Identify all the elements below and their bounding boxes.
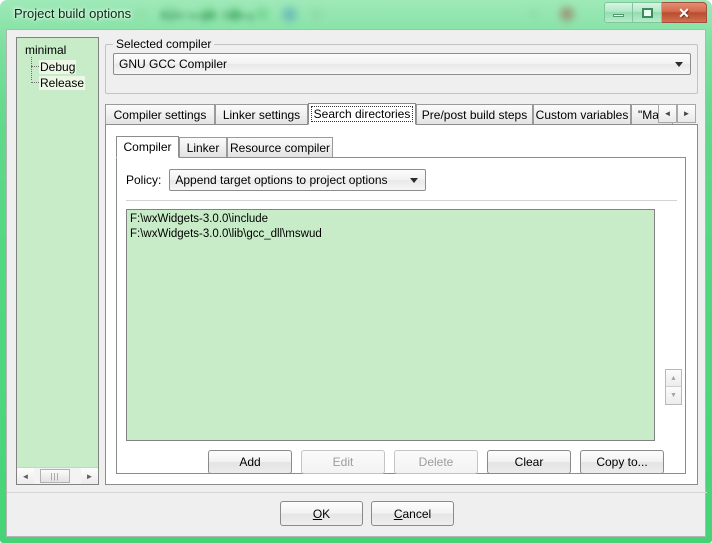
inner-tab-label: Compiler xyxy=(123,140,172,154)
search-directories-page: Compiler Linker Resource compiler Policy… xyxy=(105,124,698,485)
compiler-directories-panel: Policy: Append target options to project… xyxy=(116,157,686,474)
inner-tab-linker[interactable]: Linker xyxy=(179,137,227,157)
policy-label: Policy: xyxy=(126,173,162,187)
list-item[interactable]: F:\wxWidgets-3.0.0\include xyxy=(130,212,651,227)
cancel-mnemonic: C xyxy=(393,506,403,521)
button-label: Copy to... xyxy=(596,455,648,469)
button-label: Clear xyxy=(514,455,544,469)
tab-label: Pre/post build steps xyxy=(421,107,528,122)
minimize-button[interactable] xyxy=(604,2,633,23)
button-label: Delete xyxy=(418,455,454,469)
add-button[interactable]: Add xyxy=(208,450,292,474)
title-bar: Build target: Debug Project build option… xyxy=(0,0,712,29)
footer-divider xyxy=(7,492,707,493)
tab-scroll-next-button[interactable]: ► xyxy=(677,104,696,123)
tab-search-directories[interactable]: Search directories xyxy=(308,103,416,125)
cancel-label-rest: ancel xyxy=(402,506,432,521)
focus-ring xyxy=(311,106,413,122)
dialog-footer: OK Cancel xyxy=(7,492,707,536)
tab-label: Compiler settings xyxy=(113,107,207,122)
edit-button[interactable]: Edit xyxy=(301,450,385,474)
dialog-window: Build target: Debug Project build option… xyxy=(0,0,712,543)
button-label: Edit xyxy=(332,455,354,469)
close-button[interactable]: ✕ xyxy=(662,2,707,23)
tab-scroll-prev-button[interactable]: ◄ xyxy=(658,104,677,123)
tree-line-vertical xyxy=(31,57,32,80)
policy-select-value: Append target options to project options xyxy=(175,173,388,187)
build-targets-tree[interactable]: minimal Debug Release ◄ ||| ► xyxy=(16,37,99,485)
cancel-button[interactable]: Cancel xyxy=(371,501,454,526)
button-label: Add xyxy=(239,455,261,469)
tab-compiler-settings[interactable]: Compiler settings xyxy=(105,104,215,124)
chevron-down-icon xyxy=(410,178,419,183)
maximize-button[interactable] xyxy=(633,2,662,23)
ok-mnemonic: O xyxy=(312,506,323,521)
main-pane: Selected compiler GNU GCC Compiler Compi… xyxy=(105,37,698,485)
compiler-select[interactable]: GNU GCC Compiler xyxy=(113,53,691,75)
chevron-left-icon: ◄ xyxy=(663,109,672,118)
tab-custom-variables[interactable]: Custom variables xyxy=(533,104,631,124)
list-item[interactable]: F:\wxWidgets-3.0.0\lib\gcc_dll\mswud xyxy=(130,227,651,242)
reorder-spinner[interactable]: ▲ ▼ xyxy=(665,369,682,405)
move-up-icon[interactable]: ▲ xyxy=(666,370,681,387)
tree-item-release[interactable]: Release xyxy=(39,76,86,90)
dialog-client-area: minimal Debug Release ◄ ||| ► Selected c… xyxy=(6,29,707,537)
tree-horizontal-scrollbar[interactable]: ◄ ||| ► xyxy=(17,467,98,484)
window-title: Project build options xyxy=(14,6,132,21)
tree-item-debug[interactable]: Debug xyxy=(39,60,77,74)
directory-actions: Add Edit Delete Clear Copy to... xyxy=(126,450,677,474)
delete-button[interactable]: Delete xyxy=(394,450,478,474)
tab-label: Linker settings xyxy=(222,107,301,122)
scrollbar-thumb[interactable]: ||| xyxy=(40,469,70,483)
close-icon: ✕ xyxy=(678,4,690,21)
ok-label-rest: K xyxy=(322,506,331,521)
scroll-left-icon[interactable]: ◄ xyxy=(17,468,34,484)
inner-tab-compiler[interactable]: Compiler xyxy=(116,136,179,158)
tab-pre-post-build-steps[interactable]: Pre/post build steps xyxy=(416,104,533,124)
clear-button[interactable]: Clear xyxy=(487,450,571,474)
glass-ghost-text: Build target: Debug xyxy=(160,10,255,22)
ok-button[interactable]: OK xyxy=(280,501,363,526)
options-tabstrip: Compiler settings Linker settings Search… xyxy=(105,103,698,125)
inner-tabstrip: Compiler Linker Resource compiler xyxy=(116,136,686,158)
inner-tab-resource-compiler[interactable]: Resource compiler xyxy=(227,137,333,157)
search-directories-list[interactable]: F:\wxWidgets-3.0.0\include F:\wxWidgets-… xyxy=(126,209,655,441)
scrollbar-track[interactable]: ||| xyxy=(34,468,81,484)
maximize-icon xyxy=(641,7,653,18)
tab-linker-settings[interactable]: Linker settings xyxy=(215,104,308,124)
tree-line-branch-1 xyxy=(31,66,39,67)
inner-tab-label: Linker xyxy=(186,140,220,155)
policy-select[interactable]: Append target options to project options xyxy=(169,169,427,191)
chevron-down-icon xyxy=(675,62,683,67)
inner-tab-label: Resource compiler xyxy=(229,140,331,155)
scroll-right-icon[interactable]: ► xyxy=(81,468,98,484)
copy-to-button[interactable]: Copy to... xyxy=(580,450,664,474)
policy-row: Policy: Append target options to project… xyxy=(126,169,427,191)
compiler-select-value: GNU GCC Compiler xyxy=(119,57,228,71)
tab-label: Custom variables xyxy=(535,107,629,122)
caption-buttons: ✕ xyxy=(604,2,707,23)
move-down-icon[interactable]: ▼ xyxy=(666,387,681,404)
tree-line-branch-2 xyxy=(31,82,39,83)
chevron-right-icon: ► xyxy=(682,109,691,118)
divider xyxy=(126,200,677,201)
selected-compiler-label: Selected compiler xyxy=(113,37,215,51)
tree-content: minimal Debug Release xyxy=(17,38,98,467)
minimize-icon xyxy=(613,13,624,17)
tree-item-minimal[interactable]: minimal xyxy=(25,43,66,57)
